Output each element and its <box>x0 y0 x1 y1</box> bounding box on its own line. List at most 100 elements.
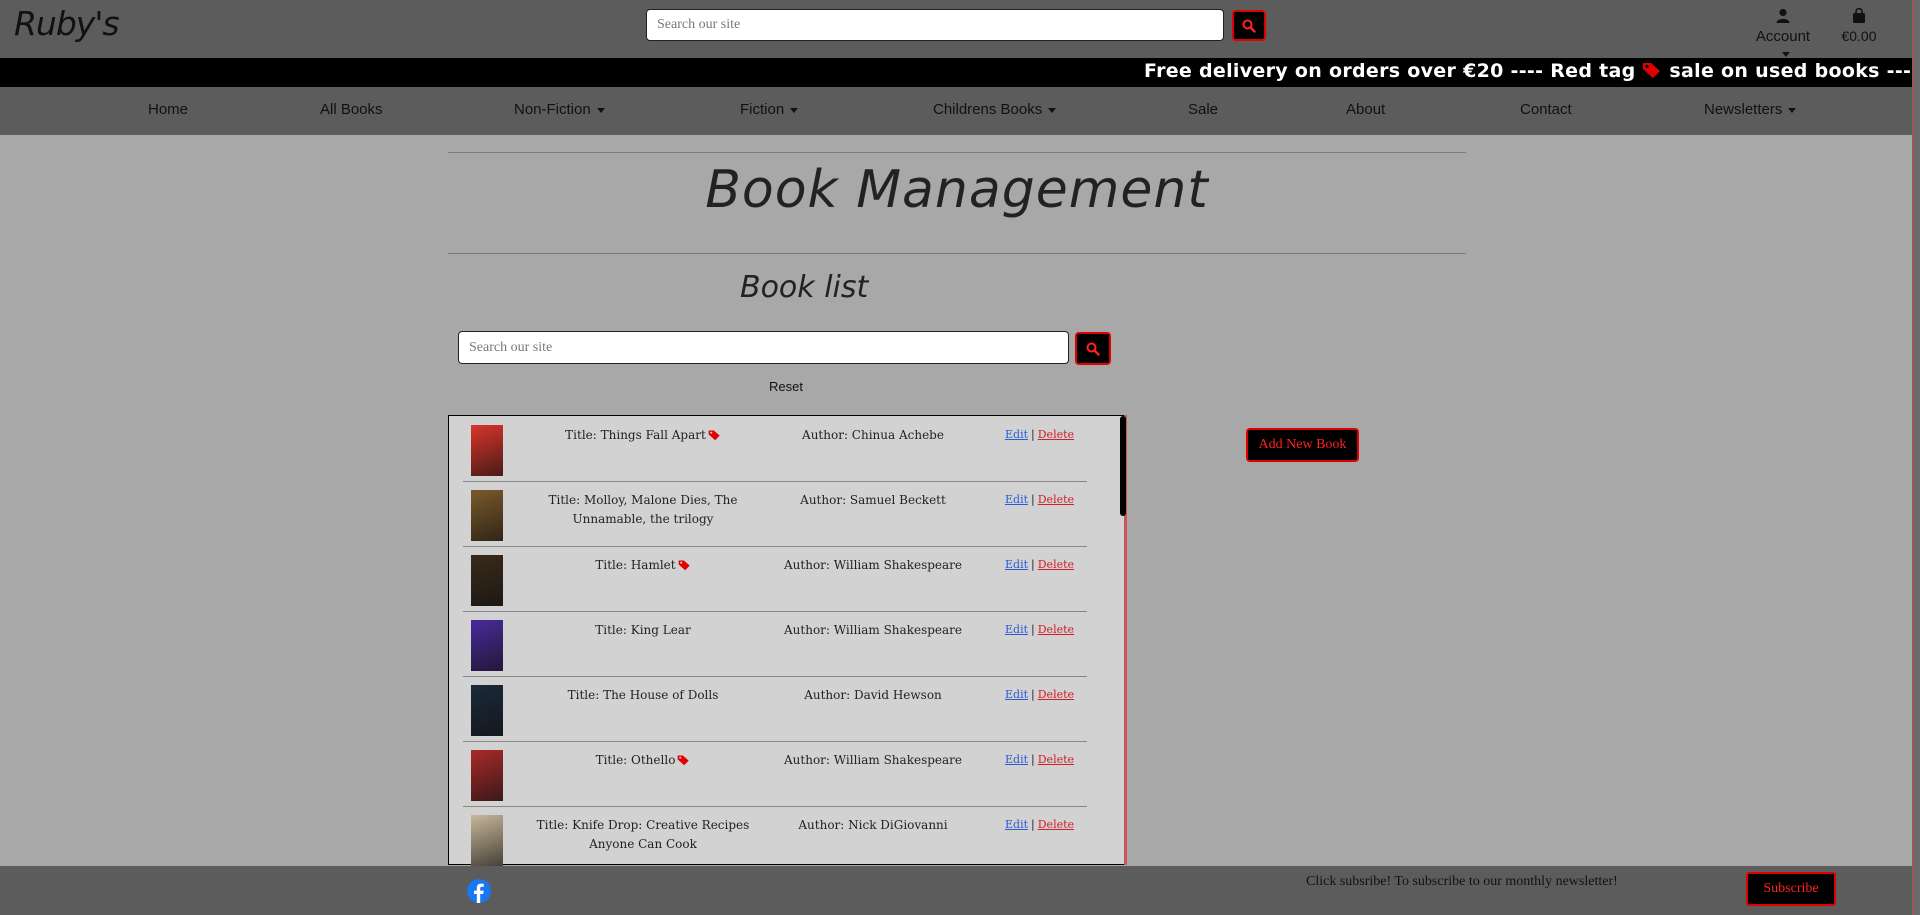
edit-link[interactable]: Edit <box>1005 818 1028 831</box>
sale-tag-icon <box>708 430 720 441</box>
book-title-text: Title: Othello <box>595 753 676 767</box>
book-row: Title: Things Fall Apart Author: Chinua A… <box>463 416 1087 482</box>
book-title: Title: King Lear <box>523 621 763 640</box>
header-search-button[interactable] <box>1232 10 1266 41</box>
book-cover-image <box>471 555 503 606</box>
book-actions: Edit | Delete <box>1005 428 1074 441</box>
nav-sale[interactable]: Sale <box>1188 101 1218 118</box>
book-title-text: Title: Knife Drop: Creative Recipes Anyo… <box>536 818 750 851</box>
book-actions: Edit | Delete <box>1005 753 1074 766</box>
chevron-down-icon <box>1788 107 1797 113</box>
book-title: Title: Molloy, Malone Dies, The Unnamabl… <box>523 491 763 529</box>
book-title-text: Title: Things Fall Apart <box>565 428 706 442</box>
nav-newsletters[interactable]: Newsletters <box>1704 101 1797 118</box>
book-cover-image <box>471 750 503 801</box>
book-author: Author: Chinua Achebe <box>802 428 944 442</box>
promo-marquee: Free delivery on orders over €20 ---- Re… <box>0 58 1912 87</box>
chevron-down-icon <box>596 107 605 113</box>
delete-link[interactable]: Delete <box>1038 493 1074 506</box>
book-row: Title: Molloy, Malone Dies, The Unnamabl… <box>463 481 1087 547</box>
book-row: Title: Knife Drop: Creative Recipes Anyo… <box>463 806 1087 872</box>
book-search-button[interactable] <box>1075 332 1111 365</box>
delete-link[interactable]: Delete <box>1038 688 1074 701</box>
action-separator: | <box>1031 623 1035 636</box>
book-title: Title: Hamlet <box>523 556 763 575</box>
book-cover-image <box>471 620 503 671</box>
nav-about[interactable]: About <box>1346 101 1385 118</box>
nav-all-books[interactable]: All Books <box>320 101 383 118</box>
account-menu[interactable]: Account <box>1750 8 1816 62</box>
user-icon <box>1776 8 1790 23</box>
book-row: Title: Hamlet Author: William Shakespeare… <box>463 546 1087 612</box>
delete-link[interactable]: Delete <box>1038 753 1074 766</box>
site-logo[interactable]: Ruby's <box>14 4 120 43</box>
book-actions: Edit | Delete <box>1005 493 1074 506</box>
footer <box>0 866 1912 915</box>
book-title: Title: The House of Dolls <box>523 686 763 705</box>
book-title-text: Title: The House of Dolls <box>567 688 719 702</box>
action-separator: | <box>1031 818 1035 831</box>
edit-link[interactable]: Edit <box>1005 688 1028 701</box>
nav-home[interactable]: Home <box>148 101 188 118</box>
delete-link[interactable]: Delete <box>1038 558 1074 571</box>
book-search-input[interactable]: Search our site <box>458 331 1069 364</box>
page-scrollbar[interactable] <box>1912 0 1920 915</box>
book-cover-image <box>471 815 503 866</box>
subscribe-button[interactable]: Subscribe <box>1746 872 1836 906</box>
book-title-text: Title: Hamlet <box>595 558 676 572</box>
delete-link[interactable]: Delete <box>1038 818 1074 831</box>
book-author: Author: William Shakespeare <box>784 623 962 637</box>
chevron-down-icon <box>1782 51 1790 57</box>
book-author: Author: David Hewson <box>804 688 942 702</box>
nav-fiction[interactable]: Fiction <box>740 101 799 118</box>
search-icon <box>1242 19 1256 33</box>
book-list-heading: Book list <box>740 270 869 305</box>
add-new-book-button[interactable]: Add New Book <box>1246 428 1359 462</box>
edit-link[interactable]: Edit <box>1005 558 1028 571</box>
promo-text-part1: Free delivery on orders over €20 ---- Re… <box>1144 60 1636 82</box>
delete-link[interactable]: Delete <box>1038 428 1074 441</box>
price-tag-icon <box>1643 63 1661 78</box>
nav-childrens-books-label: Childrens Books <box>933 101 1043 118</box>
book-actions: Edit | Delete <box>1005 688 1074 701</box>
book-actions: Edit | Delete <box>1005 623 1074 636</box>
book-row: Title: The House of Dolls Author: David H… <box>463 676 1087 742</box>
book-author: Author: Nick DiGiovanni <box>798 818 948 832</box>
delete-link[interactable]: Delete <box>1038 623 1074 636</box>
book-actions: Edit | Delete <box>1005 558 1074 571</box>
book-actions: Edit | Delete <box>1005 818 1074 831</box>
edit-link[interactable]: Edit <box>1005 493 1028 506</box>
nav-newsletters-label: Newsletters <box>1704 101 1783 118</box>
book-author: Author: William Shakespeare <box>784 558 962 572</box>
nav-childrens-books[interactable]: Childrens Books <box>933 101 1057 118</box>
main-nav: Home All Books Non-Fiction Fiction Child… <box>0 87 1912 135</box>
book-row: Title: Othello Author: William Shakespear… <box>463 741 1087 807</box>
book-title-text: Title: Molloy, Malone Dies, The Unnamabl… <box>548 493 738 526</box>
book-cover-image <box>471 685 503 736</box>
book-cover-image <box>471 425 503 476</box>
search-icon <box>1086 342 1100 356</box>
action-separator: | <box>1031 558 1035 571</box>
header-search-input[interactable]: Search our site <box>646 9 1224 41</box>
cart-link[interactable]: €0.00 <box>1838 7 1880 44</box>
cart-total: €0.00 <box>1841 28 1877 44</box>
book-list-scrollbar[interactable] <box>1120 416 1126 516</box>
book-title: Title: Othello <box>523 751 763 770</box>
book-author: Author: Samuel Beckett <box>800 493 946 507</box>
nav-non-fiction[interactable]: Non-Fiction <box>514 101 605 118</box>
reset-link[interactable]: Reset <box>769 379 803 394</box>
shopping-bag-icon <box>1853 7 1865 23</box>
edit-link[interactable]: Edit <box>1005 428 1028 441</box>
book-row: Title: King Lear Author: William Shakespe… <box>463 611 1087 677</box>
account-label: Account <box>1755 28 1811 45</box>
action-separator: | <box>1031 753 1035 766</box>
edit-link[interactable]: Edit <box>1005 623 1028 636</box>
nav-contact[interactable]: Contact <box>1520 101 1572 118</box>
edit-link[interactable]: Edit <box>1005 753 1028 766</box>
chevron-down-icon <box>790 107 799 113</box>
chevron-down-icon <box>1048 107 1057 113</box>
sale-tag-icon <box>678 755 690 766</box>
promo-text-part2: sale on used books ---- Free deli <box>1669 60 1912 82</box>
facebook-icon[interactable] <box>467 879 491 903</box>
nav-fiction-label: Fiction <box>740 101 785 118</box>
